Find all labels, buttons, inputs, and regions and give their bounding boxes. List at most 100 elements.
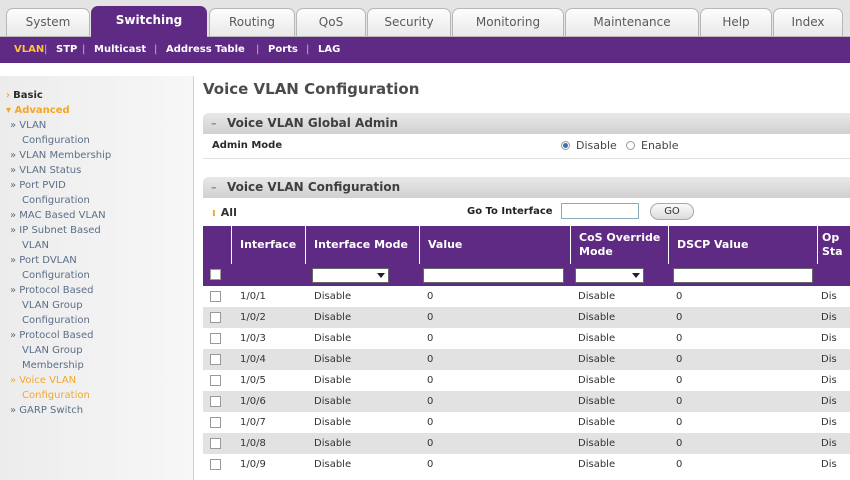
row-checkbox[interactable] bbox=[210, 459, 221, 470]
subnav-stp[interactable]: STP bbox=[56, 37, 77, 63]
cell-cos: Disable bbox=[578, 417, 616, 428]
sidebar-item-port-dvlan[interactable]: » Port DVLAN Configuration bbox=[10, 253, 193, 283]
tab-index[interactable]: Index bbox=[773, 8, 843, 36]
table-row: 1/0/1 Disable 0 Disable 0 Dis bbox=[203, 286, 850, 307]
table-row: 1/0/4 Disable 0 Disable 0 Dis bbox=[203, 349, 850, 370]
subnav-address-table[interactable]: Address Table bbox=[166, 37, 245, 63]
row-checkbox[interactable] bbox=[210, 312, 221, 323]
row-checkbox[interactable] bbox=[210, 333, 221, 344]
cell-interface: 1/0/4 bbox=[240, 354, 266, 365]
sidebar-item-ip-subnet-vlan[interactable]: » IP Subnet Based VLAN bbox=[10, 223, 193, 253]
subnav-multicast[interactable]: Multicast bbox=[94, 37, 146, 63]
cell-mode: Disable bbox=[314, 438, 352, 449]
subnav-vlan[interactable]: VLAN bbox=[14, 37, 44, 63]
sidebar-item-protocol-vlan-group-config[interactable]: » Protocol Based VLAN Group Configuration bbox=[10, 283, 193, 328]
cell-mode: Disable bbox=[314, 333, 352, 344]
cell-dscp: 0 bbox=[676, 312, 683, 323]
tab-qos[interactable]: QoS bbox=[296, 8, 366, 36]
enable-radio-label: Enable bbox=[641, 139, 679, 152]
cell-oper: Dis bbox=[821, 375, 837, 386]
cell-dscp: 0 bbox=[676, 333, 683, 344]
row-checkbox[interactable] bbox=[210, 396, 221, 407]
all-link[interactable]: ı All bbox=[212, 206, 237, 219]
cell-mode: Disable bbox=[314, 459, 352, 470]
cell-cos: Disable bbox=[578, 459, 616, 470]
header-interface-mode[interactable]: Interface Mode bbox=[305, 226, 419, 264]
cell-mode: Disable bbox=[314, 396, 352, 407]
cell-cos: Disable bbox=[578, 312, 616, 323]
header-select bbox=[203, 226, 231, 264]
cell-cos: Disable bbox=[578, 291, 616, 302]
table-row: 1/0/9 Disable 0 Disable 0 Dis bbox=[203, 454, 850, 475]
cell-value: 0 bbox=[427, 354, 434, 365]
header-oper-state[interactable]: Op Sta bbox=[817, 226, 850, 264]
tab-maintenance[interactable]: Maintenance bbox=[565, 8, 699, 36]
cell-dscp: 0 bbox=[676, 291, 683, 302]
cell-oper: Dis bbox=[821, 354, 837, 365]
cell-oper: Dis bbox=[821, 459, 837, 470]
sidebar-item-vlan-configuration[interactable]: » VLAN Configuration bbox=[10, 118, 193, 148]
table-row: 1/0/5 Disable 0 Disable 0 Dis bbox=[203, 370, 850, 391]
value-input[interactable] bbox=[423, 268, 564, 283]
collapse-icon[interactable]: – bbox=[211, 113, 217, 134]
section-title: Voice VLAN Configuration bbox=[227, 180, 401, 194]
select-all-checkbox[interactable] bbox=[210, 269, 221, 280]
table-row: 1/0/3 Disable 0 Disable 0 Dis bbox=[203, 328, 850, 349]
header-interface[interactable]: Interface bbox=[231, 226, 305, 264]
header-value[interactable]: Value bbox=[419, 226, 570, 264]
collapse-icon[interactable]: – bbox=[211, 177, 217, 198]
cell-cos: Disable bbox=[578, 375, 616, 386]
sidebar: › Basic ▾ Advanced » VLAN Configuration » … bbox=[0, 76, 194, 480]
disable-radio-label: Disable bbox=[576, 139, 617, 152]
subnav-separator: | bbox=[256, 44, 260, 55]
sidebar-item-protocol-vlan-group-membership[interactable]: » Protocol Based VLAN Group Membership bbox=[10, 328, 193, 373]
cos-override-select[interactable] bbox=[575, 268, 644, 283]
subnav-lag[interactable]: LAG bbox=[318, 37, 340, 63]
go-button[interactable]: GO bbox=[650, 203, 694, 220]
row-checkbox[interactable] bbox=[210, 438, 221, 449]
subnav-ports[interactable]: Ports bbox=[268, 37, 298, 63]
table-row: 1/0/7 Disable 0 Disable 0 Dis bbox=[203, 412, 850, 433]
header-cos-override-mode[interactable]: CoS Override Mode bbox=[570, 226, 668, 264]
sidebar-item-advanced[interactable]: ▾ Advanced bbox=[6, 103, 193, 118]
header-dscp-value[interactable]: DSCP Value bbox=[668, 226, 817, 264]
row-checkbox[interactable] bbox=[210, 417, 221, 428]
sidebar-item-vlan-membership[interactable]: » VLAN Membership bbox=[10, 148, 193, 163]
tab-monitoring[interactable]: Monitoring bbox=[452, 8, 564, 36]
enable-radio[interactable] bbox=[626, 141, 635, 150]
row-checkbox[interactable] bbox=[210, 375, 221, 386]
sidebar-item-mac-based-vlan[interactable]: » MAC Based VLAN bbox=[10, 208, 193, 223]
tab-routing[interactable]: Routing bbox=[209, 8, 295, 36]
sidebar-item-voice-vlan-configuration[interactable]: » Voice VLAN Configuration bbox=[10, 373, 193, 403]
dscp-value-input[interactable] bbox=[673, 268, 813, 283]
cell-dscp: 0 bbox=[676, 438, 683, 449]
disable-radio[interactable] bbox=[561, 141, 570, 150]
cell-value: 0 bbox=[427, 459, 434, 470]
top-tab-bar: System Switching Routing QoS Security Mo… bbox=[0, 0, 850, 37]
subnav-separator: | bbox=[44, 44, 48, 55]
tab-security[interactable]: Security bbox=[367, 8, 451, 36]
config-section-header[interactable]: – Voice VLAN Configuration bbox=[203, 177, 850, 198]
cell-oper: Dis bbox=[821, 312, 837, 323]
subnav-separator: | bbox=[154, 44, 158, 55]
table-header: Interface Interface Mode Value CoS Overr… bbox=[203, 226, 850, 264]
goto-interface-input[interactable] bbox=[561, 203, 639, 219]
global-admin-section-header[interactable]: – Voice VLAN Global Admin bbox=[203, 113, 850, 134]
sidebar-item-port-pvid[interactable]: » Port PVID Configuration bbox=[10, 178, 193, 208]
cell-value: 0 bbox=[427, 417, 434, 428]
sidebar-item-vlan-status[interactable]: » VLAN Status bbox=[10, 163, 193, 178]
tab-system[interactable]: System bbox=[6, 8, 90, 36]
table-filter-row bbox=[203, 264, 850, 286]
row-checkbox[interactable] bbox=[210, 291, 221, 302]
tab-switching[interactable]: Switching bbox=[91, 6, 207, 37]
cell-dscp: 0 bbox=[676, 417, 683, 428]
sidebar-item-basic[interactable]: › Basic bbox=[6, 88, 193, 103]
chevron-down-icon bbox=[377, 273, 385, 278]
row-checkbox[interactable] bbox=[210, 354, 221, 365]
cell-cos: Disable bbox=[578, 333, 616, 344]
interface-mode-select[interactable] bbox=[312, 268, 389, 283]
admin-mode-row: Admin Mode Disable Enable bbox=[203, 136, 850, 159]
sub-navigation: VLAN | STP | Multicast | Address Table |… bbox=[0, 37, 850, 63]
tab-help[interactable]: Help bbox=[700, 8, 772, 36]
sidebar-item-garp-switch[interactable]: » GARP Switch bbox=[10, 403, 193, 418]
